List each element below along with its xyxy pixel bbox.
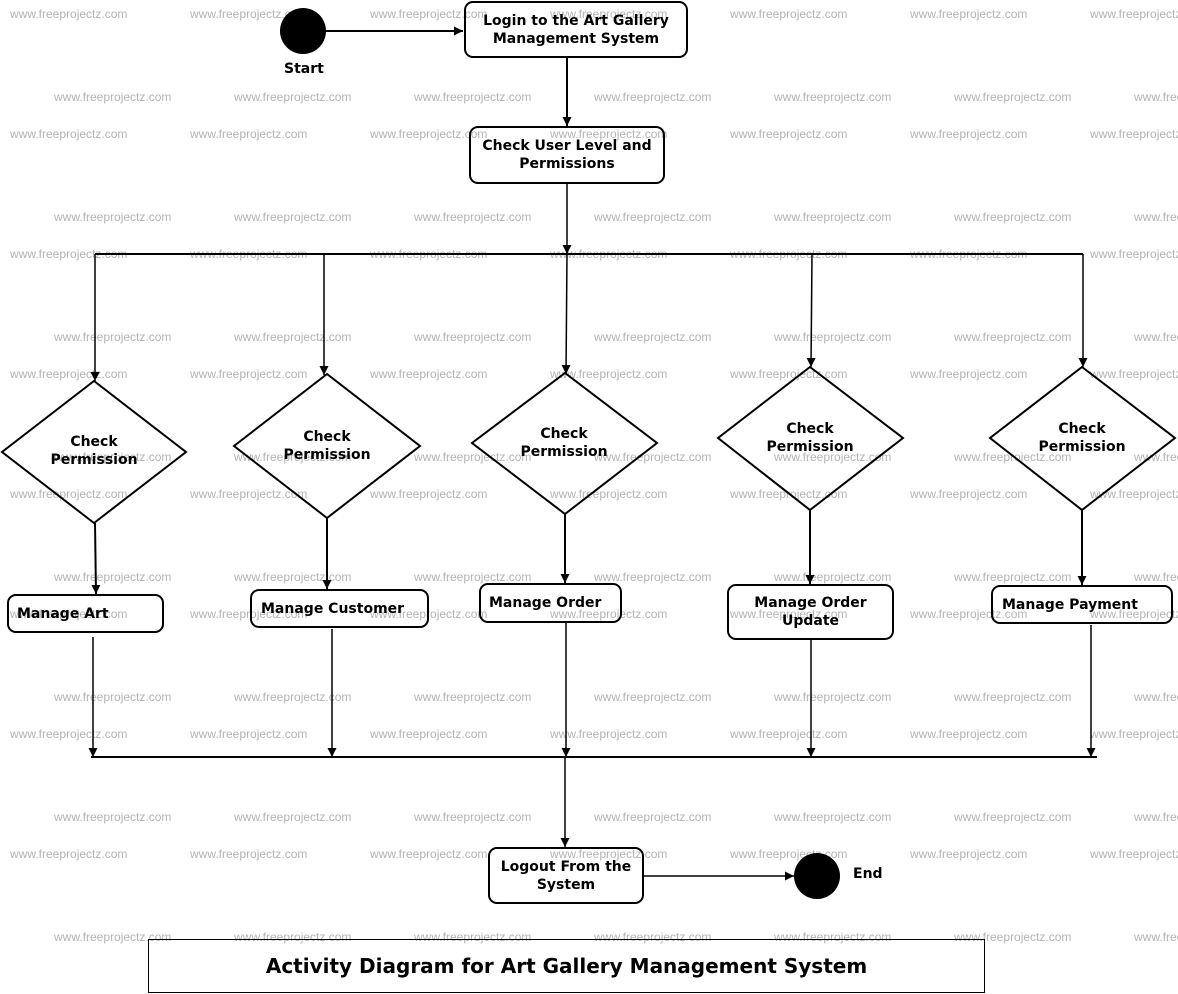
decision-label-2: Check Permission [283,429,371,463]
end-label: End [853,866,883,882]
start-label: Start [284,61,324,77]
action-manage-customer: Manage Customer [250,589,429,628]
action-check-user-level: Check User Level and Permissions [469,126,665,184]
diagram-title: Activity Diagram for Art Gallery Managem… [148,939,985,993]
action-login: Login to the Art Gallery Management Syst… [464,1,688,58]
decision-label-5: Check Permission [1038,421,1126,455]
flow-fork-to-decision-4 [806,253,816,368]
start-node [280,8,326,54]
decision-label-1: Check Permission [50,434,138,468]
flow-fork-to-decision-3 [561,253,571,375]
action-manage-order: Manage Order [479,583,622,623]
decision-label-3: Check Permission [520,426,608,460]
end-node [794,853,840,899]
action-manage-art: Manage Art [7,594,164,633]
flow-decision-1-to-manage-art [91,522,101,595]
action-manage-payment: Manage Payment [991,585,1173,624]
action-logout: Logout From the System [488,847,644,904]
action-manage-order-update: Manage Order Update [727,584,894,640]
decision-label-4: Check Permission [766,421,854,455]
